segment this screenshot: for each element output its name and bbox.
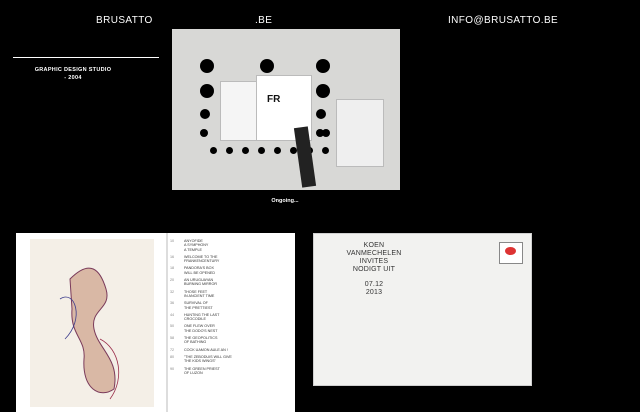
poster-dot [226,147,233,154]
poster-dot [258,147,265,154]
toc-row: 80 "THE ZEBODUIS WILL GIVE THE KIDS WINGS… [170,355,290,364]
divider [13,57,159,58]
toc-row: 18 PANDORA'S BOX WILL BE OPENED [170,266,290,275]
toc-title: PANDORA'S BOX WILL BE OPENED [184,266,216,275]
poster-dot [316,109,326,119]
feature-caption: Ongoing... [271,198,299,204]
poster-dot [316,59,330,73]
toc-row: 44 HUNTING THE LAST CROCODILE [170,313,290,322]
toc-title: AN URUGUAYAN BURNING MIRROR [184,278,217,287]
poster-dot [200,84,214,98]
toc-page-number: 80 [170,354,175,359]
toc-title: COCK UAMON AULE AN ! [184,347,228,352]
toc-title: ANYOFIDE A SYMPHONY A TEMPLE [184,239,209,252]
toc-page-number: 50 [170,324,175,329]
book-illustration-page [30,239,154,407]
toc-title: THOSE FEET IN ANCIENT TIME [184,289,215,298]
toc-row: 72 COCK UAMON AULE AN ! [170,348,290,352]
toc-title: "THE ZEBODUIS WILL GIVE THE KIDS WINGS" [184,354,232,364]
toc-row: 36 SURVIVAL OF THE PRETTIEST [170,301,290,310]
toc-page-number: 16 [170,254,175,259]
book-gutter [166,233,168,412]
invite-line: NODIGT UIT [352,266,396,273]
toc-page-number: 10 [170,239,175,243]
email-link[interactable]: INFO@BRUSATTO.BE [448,15,558,26]
poster-dot [210,147,217,154]
invite-date: 07.12 [364,281,384,288]
toc-page-number: 18 [170,266,175,271]
poster-dot [200,59,214,73]
figure-drawing [59,267,119,400]
poster-dot [322,129,330,137]
poster-dot [200,109,210,119]
project-thumbnail-envelope[interactable]: KOEN VANMECHELEN INVITES NODIGT UIT 07.1… [313,233,532,386]
arm-silhouette [293,126,317,188]
invite-year: 2013 [365,289,383,296]
toc-page-number: 72 [170,347,175,352]
toc-page-number: 90 [170,366,175,371]
toc-page-number: 58 [170,336,175,341]
studio-logo[interactable]: BRUSATTO [96,15,153,26]
domain-suffix: .BE [255,15,273,26]
folded-poster [220,81,258,141]
paper-sheet [336,99,384,167]
toc-row: 58 THE GEOPOLITICS OF BATHING [170,336,290,345]
poster-dot [260,59,274,73]
toc-row: 50 ONE FLEW OVER THE DODO'S NEST [170,324,290,333]
poster-dot [322,147,329,154]
invite-line: VANMECHELEN [346,250,402,257]
toc-title: THE GREEN PRIEST OF LUZON [184,366,220,375]
studio-tagline: GRAPHIC DESIGN STUDIO - 2004 [34,67,112,81]
toc-title: THE GEOPOLITICS OF BATHING [184,336,218,345]
poster-dot [316,84,330,98]
toc-page-number: 44 [170,312,175,317]
toc-title: HUNTING THE LAST CROCODILE [184,312,220,322]
toc-row: 32 THOSE FEET IN ANCIENT TIME [170,290,290,299]
toc-page-number: 32 [170,289,175,294]
project-thumbnail-book[interactable]: 10 ANYOFIDE A SYMPHONY A TEMPLE 16 WELCOME … [16,233,295,412]
poster-dot [200,129,208,137]
postage-stamp-icon [499,242,523,264]
toc-title: WELCOME TO THE FRANKENCENTURY [184,254,220,264]
toc-title: SURVIVAL OF THE PRETTIEST [184,301,213,310]
book-table-of-contents: 10 ANYOFIDE A SYMPHONY A TEMPLE 16 WELCOME … [170,239,290,378]
featured-project-image[interactable]: FR [172,29,400,190]
poster-dot [242,147,249,154]
toc-page-number: 20 [170,278,175,283]
toc-page-number: 36 [170,301,175,306]
invitation-text: KOEN VANMECHELEN INVITES NODIGT UIT 07.1… [334,242,414,297]
invite-line: KOEN [363,242,385,249]
poster-dot [274,147,281,154]
toc-row: 90 THE GREEN PRIEST OF LUZON [170,367,290,376]
toc-row: 10 ANYOFIDE A SYMPHONY A TEMPLE [170,239,290,252]
toc-row: 16 WELCOME TO THE FRANKENCENTURY [170,255,290,264]
toc-title: ONE FLEW OVER THE DODO'S NEST [184,324,218,333]
invite-line: INVITES [359,258,389,265]
toc-row: 20 AN URUGUAYAN BURNING MIRROR [170,278,290,287]
